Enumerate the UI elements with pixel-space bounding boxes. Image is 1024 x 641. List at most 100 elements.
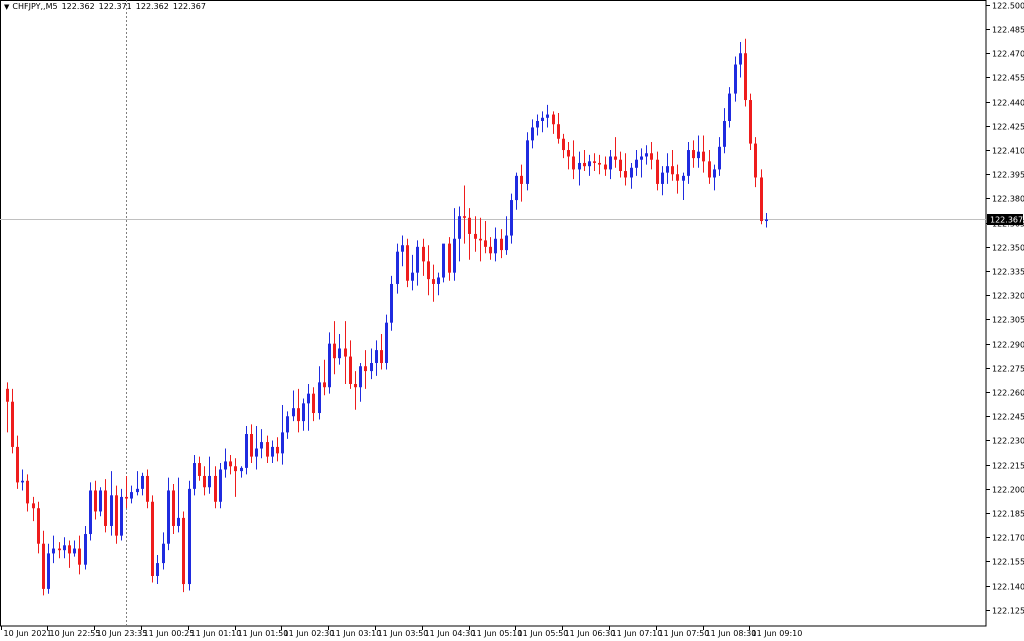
candle-body	[16, 446, 19, 483]
candle-body	[453, 238, 456, 273]
plot-frame	[0, 0, 987, 627]
candle-body	[728, 93, 731, 122]
candle-body	[136, 488, 139, 493]
candle-body	[692, 150, 695, 159]
candle-body	[6, 388, 9, 402]
candle-body	[89, 490, 92, 535]
candle-body	[609, 156, 612, 170]
candle-body	[375, 350, 378, 364]
candle-body	[468, 217, 471, 234]
candle-body	[203, 475, 206, 488]
candle-body	[624, 171, 627, 178]
candle-body	[552, 114, 555, 125]
candle-body	[271, 446, 274, 457]
candle-body	[682, 175, 685, 181]
candle-body	[541, 117, 544, 122]
candle-body	[484, 240, 487, 247]
x-tick-label: 11 Jun 02:30	[284, 629, 335, 638]
candle-body	[557, 124, 560, 139]
candle-body	[42, 543, 45, 589]
y-tick-label: 122.200	[992, 486, 1024, 495]
candle-body	[63, 545, 66, 551]
candle-body	[614, 156, 617, 160]
candle-body	[598, 162, 601, 165]
candle-body	[520, 175, 523, 184]
x-tick-label: 11 Jun 03:10	[331, 629, 382, 638]
candle-body	[333, 343, 336, 359]
candle-body	[78, 548, 81, 565]
y-tick-label: 122.335	[992, 268, 1024, 277]
candle-body	[531, 127, 534, 141]
y-tick-label: 122.320	[992, 292, 1024, 301]
candle-body	[73, 548, 76, 554]
x-tick-label: 10 Jun 22:55	[50, 629, 101, 638]
candle-body	[286, 416, 289, 433]
candle-body	[536, 121, 539, 128]
x-tick-label: 11 Jun 05:50	[518, 629, 569, 638]
candle-body	[401, 245, 404, 252]
candle-body	[656, 159, 659, 184]
candle-body	[619, 159, 622, 172]
candle-body	[359, 366, 362, 388]
candle-body	[328, 343, 331, 388]
candle-body	[702, 151, 705, 162]
y-tick-label: 122.500	[992, 2, 1024, 11]
candle-body	[713, 169, 716, 178]
candle-body	[416, 246, 419, 273]
candle-body	[406, 245, 409, 281]
x-tick-label: 11 Jun 01:50	[238, 629, 289, 638]
candle-body	[427, 261, 430, 280]
candle-body	[593, 161, 596, 163]
candle-body	[390, 283, 393, 323]
candle-body	[760, 177, 763, 222]
candle-body	[723, 121, 726, 147]
candle-body	[354, 383, 357, 388]
candle-body	[661, 172, 664, 184]
candle-body	[266, 442, 269, 457]
y-tick-label: 122.275	[992, 365, 1024, 374]
candle-body	[255, 448, 258, 457]
candle-body	[734, 64, 737, 94]
candle-body	[635, 159, 638, 168]
y-tick-label: 122.470	[992, 50, 1024, 59]
candle-body	[370, 363, 373, 372]
x-tick-label: 11 Jun 06:30	[565, 629, 616, 638]
candle-body	[162, 543, 165, 564]
candle-body	[500, 238, 503, 251]
candle-body	[292, 408, 295, 417]
y-tick-label: 122.185	[992, 510, 1024, 519]
candle-body	[276, 446, 279, 454]
candle-body	[245, 434, 248, 468]
x-tick-label: 11 Jun 04:30	[425, 629, 476, 638]
x-tick-label: 11 Jun 03:50	[378, 629, 429, 638]
candle-body	[234, 466, 237, 472]
candle-body	[125, 496, 128, 499]
candle-body	[260, 442, 263, 449]
candle-body	[749, 100, 752, 144]
candle-body	[640, 156, 643, 160]
y-tick-label: 122.305	[992, 316, 1024, 325]
x-tick-label: 10 Jun 23:35	[97, 629, 148, 638]
candle-body	[671, 166, 674, 175]
candle-body	[505, 235, 508, 251]
candle-body	[182, 517, 185, 585]
candle-body	[47, 553, 50, 589]
y-tick-label: 122.395	[992, 171, 1024, 180]
x-tick-label: 11 Jun 05:10	[472, 629, 523, 638]
candle-body	[604, 164, 607, 170]
candle-body	[172, 490, 175, 526]
candle-body	[510, 200, 513, 236]
candle-body	[739, 53, 742, 65]
candle-body	[208, 475, 211, 488]
candle-body	[583, 162, 586, 167]
candle-body	[567, 150, 570, 157]
candle-body	[11, 401, 14, 447]
price-chart[interactable]: 122.500 122.485 122.470 122.455 122.440 122.4…	[0, 0, 1024, 641]
candle-body	[26, 480, 29, 504]
candle-body	[146, 475, 149, 502]
candle-body	[115, 495, 118, 536]
candle-body	[385, 322, 388, 364]
candle-body	[437, 277, 440, 284]
candle-body	[630, 167, 633, 178]
candle-body	[364, 366, 367, 372]
